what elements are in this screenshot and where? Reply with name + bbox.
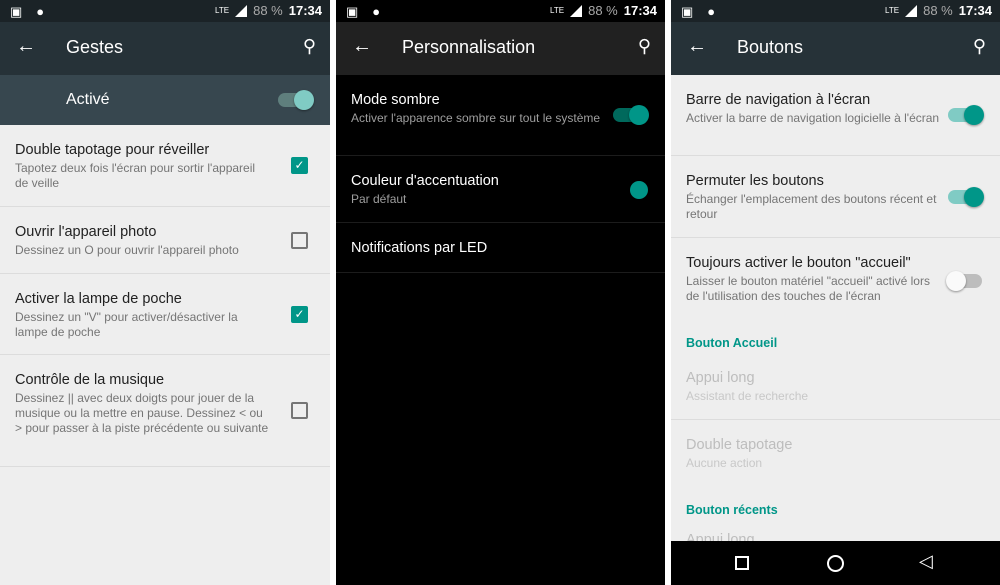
setting-summary: Assistant de recherche	[686, 389, 809, 403]
setting-title: Barre de navigation à l'écran	[686, 92, 871, 108]
accent-color-swatch	[630, 181, 648, 199]
back-button-icon[interactable]: ◁	[919, 551, 933, 572]
android-notification-icon: ●	[372, 4, 381, 19]
battery-level: 88 %	[253, 3, 283, 18]
personalisation-screen: ▣ ● LTE 88 % 17:34 ← Personnalisation ⚲ Mod…	[336, 0, 665, 585]
setting-title: Notifications par LED	[351, 240, 488, 256]
setting-summary: Dessinez un O pour ouvrir l'appareil pho…	[15, 243, 239, 257]
clock: 17:34	[288, 3, 322, 18]
setting-summary: Échanger l'emplacement des boutons récen…	[686, 192, 937, 221]
setting-dark-mode[interactable]: Mode sombre Activer l'apparence sombre s…	[336, 75, 665, 156]
network-type: LTE	[550, 6, 565, 15]
section-header-home: Bouton Accueil	[686, 336, 778, 350]
setting-music-control[interactable]: Contrôle de la musique Dessinez || avec …	[0, 355, 330, 467]
setting-double-tap-wake[interactable]: Double tapotage pour réveiller Tapotez d…	[0, 125, 330, 207]
setting-summary: Aucune action	[686, 456, 763, 470]
toggle[interactable]	[946, 271, 982, 291]
search-icon[interactable]: ⚲	[973, 36, 986, 57]
image-notification-icon: ▣	[10, 4, 23, 19]
page-title: Personnalisation	[402, 37, 536, 57]
checkbox[interactable]	[291, 402, 308, 419]
page-title: Boutons	[737, 37, 804, 57]
setting-summary: Tapotez deux fois l'écran pour sortir l'…	[15, 161, 256, 190]
toolbar: ← Boutons ⚲	[671, 22, 1000, 75]
setting-accent-color[interactable]: Couleur d'accentuation Par défaut	[336, 156, 665, 223]
status-bar: ▣ ● LTE 88 % 17:34	[336, 0, 665, 22]
setting-title: Permuter les boutons	[686, 173, 824, 189]
home-button-icon[interactable]	[827, 555, 844, 572]
setting-title: Activer la lampe de poche	[15, 291, 182, 307]
setting-home-double-tap: Double tapotage Aucune action	[671, 420, 1000, 486]
gestures-screen: ▣ ● LTE 88 % 17:34 ← Gestes ⚲ Activé Double…	[0, 0, 330, 585]
setting-title: Double tapotage pour réveiller	[15, 142, 210, 158]
setting-title: Double tapotage	[686, 437, 793, 453]
setting-swap-buttons[interactable]: Permuter les boutons Échanger l'emplacem…	[671, 156, 1000, 238]
toolbar: ← Gestes ⚲	[0, 22, 330, 75]
setting-always-home[interactable]: Toujours activer le bouton "accueil" Lai…	[671, 238, 1000, 322]
toggle[interactable]	[948, 187, 984, 207]
setting-home-long-press: Appui long Assistant de recherche	[671, 356, 1000, 420]
back-arrow-icon[interactable]: ←	[16, 35, 36, 58]
toggle[interactable]	[948, 105, 984, 125]
image-notification-icon: ▣	[681, 4, 694, 19]
search-icon[interactable]: ⚲	[638, 36, 651, 57]
clock: 17:34	[958, 3, 992, 18]
android-notification-icon: ●	[36, 4, 45, 19]
buttons-screen: ▣ ● LTE 88 % 17:34 ← Boutons ⚲ Barre de nav…	[671, 0, 1000, 585]
status-bar: ▣ ● LTE 88 % 17:34	[671, 0, 1000, 22]
recents-button-icon[interactable]	[735, 556, 749, 570]
network-type: LTE	[215, 6, 230, 15]
toggle[interactable]	[613, 105, 649, 125]
toolbar: ← Personnalisation ⚲	[336, 22, 665, 75]
setting-summary: Activer la barre de navigation logiciell…	[686, 111, 940, 125]
setting-led-notifications[interactable]: Notifications par LED	[336, 223, 665, 273]
clock: 17:34	[623, 3, 657, 18]
setting-title: Toujours activer le bouton "accueil"	[686, 255, 911, 271]
signal-icon	[905, 4, 918, 17]
setting-title: Appui long	[686, 370, 755, 386]
setting-title: Couleur d'accentuation	[351, 173, 499, 189]
status-bar: ▣ ● LTE 88 % 17:34	[0, 0, 330, 22]
setting-summary: Activer l'apparence sombre sur tout le s…	[351, 111, 601, 125]
setting-title: Ouvrir l'appareil photo	[15, 224, 157, 240]
checkbox[interactable]: ✓	[291, 157, 308, 174]
navigation-bar: ◁	[671, 541, 1000, 585]
setting-summary: Dessinez un "V" pour activer/désactiver …	[15, 310, 238, 339]
checkbox[interactable]: ✓	[291, 306, 308, 323]
setting-title: Contrôle de la musique	[15, 372, 165, 388]
page-title: Gestes	[66, 37, 124, 57]
search-icon[interactable]: ⚲	[303, 36, 316, 57]
back-arrow-icon[interactable]: ←	[687, 35, 707, 58]
section-header-recents: Bouton récents	[686, 503, 778, 517]
network-type: LTE	[885, 6, 900, 15]
setting-onscreen-navbar[interactable]: Barre de navigation à l'écran Activer la…	[671, 75, 1000, 156]
signal-icon	[235, 4, 248, 17]
image-notification-icon: ▣	[346, 4, 359, 19]
master-switch-label: Activé	[66, 91, 110, 108]
setting-summary: Dessinez || avec deux doigts pour jouer …	[15, 391, 269, 435]
battery-level: 88 %	[588, 3, 618, 18]
android-notification-icon: ●	[707, 4, 716, 19]
checkbox[interactable]	[291, 232, 308, 249]
back-arrow-icon[interactable]: ←	[352, 35, 372, 58]
setting-summary: Par défaut	[351, 192, 407, 206]
setting-flashlight[interactable]: Activer la lampe de poche Dessinez un "V…	[0, 274, 330, 355]
setting-title: Mode sombre	[351, 92, 440, 108]
signal-icon	[570, 4, 583, 17]
battery-level: 88 %	[923, 3, 953, 18]
setting-summary: Laisser le bouton matériel "accueil" act…	[686, 274, 930, 303]
master-switch-bar[interactable]: Activé	[0, 75, 330, 125]
master-toggle[interactable]	[278, 90, 314, 110]
setting-open-camera[interactable]: Ouvrir l'appareil photo Dessinez un O po…	[0, 207, 330, 274]
